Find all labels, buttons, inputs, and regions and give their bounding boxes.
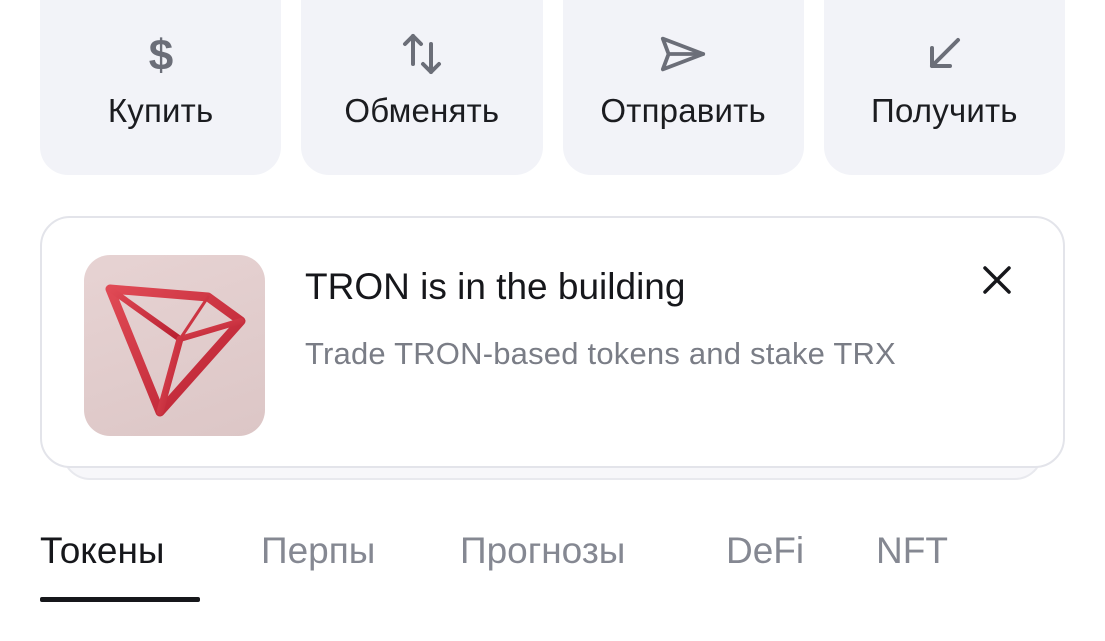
tab-perps[interactable]: Перпы xyxy=(261,530,375,572)
swap-label: Обменять xyxy=(344,92,500,129)
promo-banner[interactable]: TRON is in the building Trade TRON-based… xyxy=(40,216,1065,468)
tab-predictions[interactable]: Прогнозы xyxy=(460,530,625,572)
receive-label: Получить xyxy=(871,92,1018,129)
svg-text:$: $ xyxy=(148,31,172,78)
buy-button[interactable]: $ Купить xyxy=(40,0,282,175)
asset-tabs: Токены Перпы Прогнозы DeFi NFT xyxy=(40,530,1065,605)
tron-logo-icon xyxy=(84,255,265,436)
receive-arrow-icon xyxy=(920,30,968,78)
send-icon xyxy=(659,30,707,78)
quick-actions: $ Купить Обменять Отправить Получить xyxy=(40,0,1065,175)
banner-title: TRON is in the building xyxy=(305,266,686,307)
send-button[interactable]: Отправить xyxy=(562,0,804,175)
swap-arrows-icon xyxy=(398,30,446,78)
buy-label: Купить xyxy=(107,92,214,129)
active-tab-indicator xyxy=(40,597,200,602)
swap-button[interactable]: Обменять xyxy=(301,0,543,175)
send-label: Отправить xyxy=(600,92,766,129)
banner-subtitle: Trade TRON-based tokens and stake TRX xyxy=(305,336,896,371)
wallet-home: $ Купить Обменять Отправить Получить TRO… xyxy=(0,0,1105,641)
receive-button[interactable]: Получить xyxy=(823,0,1065,175)
dollar-icon: $ xyxy=(137,30,185,78)
tab-defi[interactable]: DeFi xyxy=(726,530,804,572)
tab-tokens[interactable]: Токены xyxy=(40,530,165,572)
tab-nft[interactable]: NFT xyxy=(876,530,948,572)
close-icon[interactable] xyxy=(977,260,1017,300)
